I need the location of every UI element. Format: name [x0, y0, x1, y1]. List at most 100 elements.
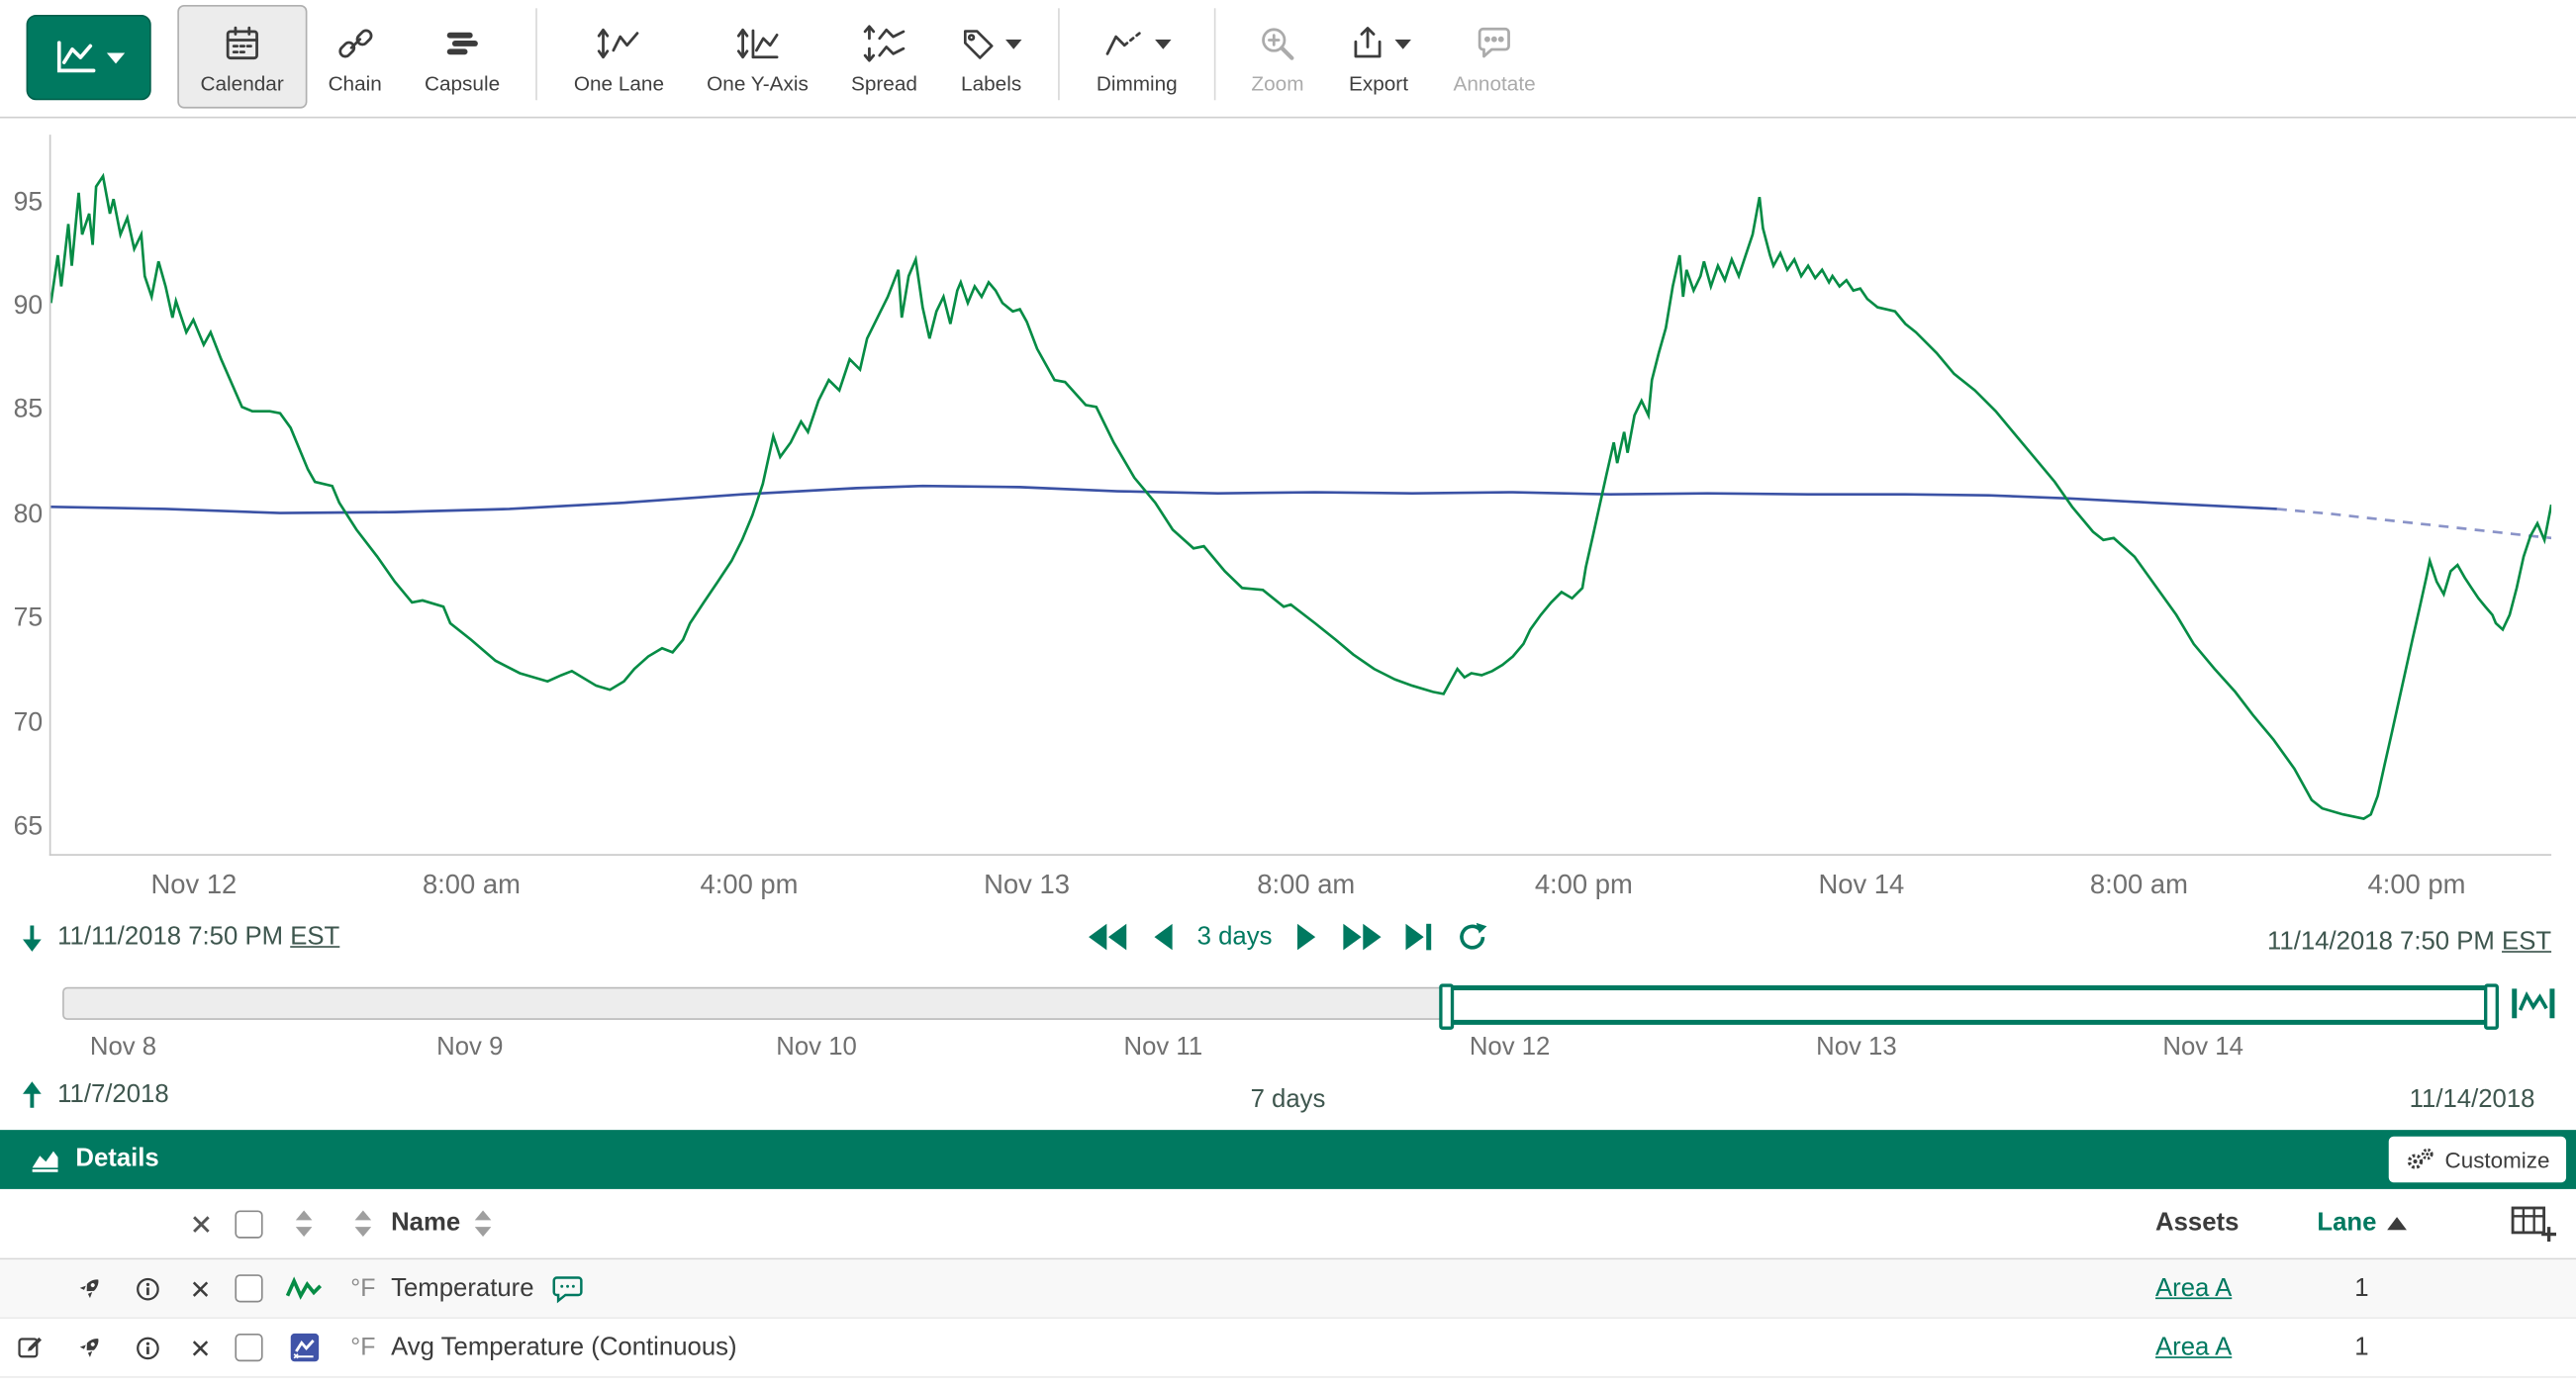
toolbar-divider	[536, 8, 538, 100]
timezone-label: EST	[290, 923, 339, 951]
x-axis-tick-label: 8:00 am	[423, 871, 521, 902]
button-label: One Y-Axis	[707, 71, 809, 94]
slider-right-handle[interactable]	[2484, 983, 2499, 1029]
x-axis-tick-label: 4:00 pm	[2367, 871, 2465, 902]
step-back-full-button[interactable]	[1089, 923, 1128, 951]
add-column-button[interactable]	[2432, 1205, 2576, 1243]
lane-column-header[interactable]: Lane	[2292, 1209, 2432, 1239]
zoom-button[interactable]: Zoom	[1230, 5, 1325, 109]
slider-track[interactable]	[62, 987, 2491, 1020]
export-button[interactable]: Export	[1325, 5, 1432, 109]
sort-by-uom-button[interactable]	[335, 1210, 391, 1237]
asset-swap-button[interactable]	[73, 1273, 105, 1305]
toolbar-divider	[1059, 8, 1061, 100]
gears-icon	[2406, 1147, 2435, 1173]
uom-cell: °F	[335, 1274, 391, 1302]
item-info-button[interactable]	[133, 1333, 162, 1362]
assets-column-header[interactable]: Assets	[2136, 1209, 2292, 1239]
annotation-bubble-button[interactable]	[550, 1273, 585, 1303]
slider-selected-range[interactable]	[1443, 985, 2496, 1025]
capsule-view-button[interactable]: Capsule	[403, 5, 521, 109]
item-info-button[interactable]	[133, 1273, 162, 1303]
labels-button[interactable]: Labels	[939, 5, 1044, 109]
table-row-temperature[interactable]: °F Temperature Area A 1	[0, 1259, 2576, 1319]
spread-button[interactable]: Spread	[829, 5, 938, 109]
dimming-button[interactable]: Dimming	[1075, 5, 1198, 109]
slider-tick-label: Nov 10	[776, 1033, 857, 1063]
annotate-button[interactable]: Annotate	[1432, 5, 1557, 109]
right-arrow-icon	[1296, 923, 1316, 951]
investigate-range-duration[interactable]: 7 days	[1251, 1085, 1326, 1115]
slider-tick-label: Nov 12	[1470, 1033, 1551, 1063]
asset-link[interactable]: Area A	[2155, 1333, 2232, 1362]
display-range-start[interactable]: 11/11/2018 7:50 PM EST	[57, 923, 339, 953]
auto-update-button[interactable]	[2511, 985, 2556, 1022]
remove-all-button[interactable]	[177, 1211, 223, 1236]
double-left-arrow-icon	[1089, 923, 1128, 951]
button-label: Zoom	[1251, 71, 1303, 94]
edit-item-button[interactable]	[14, 1332, 46, 1363]
signal-color-cell	[273, 1273, 335, 1303]
one-y-axis-button[interactable]: One Y-Axis	[686, 5, 830, 109]
sort-icon	[296, 1210, 313, 1237]
view-selector-button[interactable]	[27, 15, 151, 100]
one-lane-button[interactable]: One Lane	[552, 5, 685, 109]
chain-icon	[334, 23, 376, 64]
y-axis-tick-label: 75	[0, 604, 43, 634]
chart-range-icon	[2511, 985, 2556, 1022]
x-axis-tick-label: 8:00 am	[2090, 871, 2188, 902]
remove-item-button[interactable]	[189, 1277, 212, 1300]
asset-cell: Area A	[2136, 1333, 2292, 1362]
y-axis-tick-label: 95	[0, 189, 43, 219]
item-name-cell[interactable]: Avg Temperature (Continuous)	[391, 1333, 2136, 1362]
investigate-range-start[interactable]: 11/7/2018	[57, 1080, 169, 1110]
customize-button[interactable]: Customize	[2389, 1137, 2566, 1182]
slider-tick-label: Nov 11	[1124, 1033, 1203, 1063]
select-all-checkbox[interactable]	[224, 1210, 273, 1238]
trend-chart-icon	[52, 38, 98, 77]
slider-left-handle[interactable]	[1439, 983, 1454, 1029]
toolbar: Calendar Chain Capsule	[0, 0, 2576, 119]
lane-cell: 1	[2292, 1273, 2432, 1303]
select-item-checkbox[interactable]	[224, 1334, 273, 1361]
one-y-axis-icon	[735, 23, 780, 64]
select-item-checkbox[interactable]	[224, 1274, 273, 1302]
refresh-button[interactable]	[1456, 921, 1487, 953]
capsule-icon	[441, 23, 483, 64]
table-row-avg-temperature[interactable]: °F Avg Temperature (Continuous) Area A 1	[0, 1319, 2576, 1378]
sort-icon	[475, 1210, 492, 1237]
name-column-header[interactable]: Name	[391, 1209, 2136, 1239]
step-back-half-button[interactable]	[1153, 923, 1173, 951]
avg-temperature-line	[50, 486, 2276, 512]
asset-link[interactable]: Area A	[2155, 1273, 2232, 1303]
item-name-cell[interactable]: Temperature	[391, 1273, 2136, 1303]
chain-view-button[interactable]: Chain	[307, 5, 403, 109]
metric-icon	[288, 1332, 320, 1363]
area-chart-icon	[27, 1142, 63, 1178]
step-forward-half-button[interactable]	[1296, 923, 1316, 951]
display-range-duration[interactable]: 3 days	[1197, 922, 1273, 952]
remove-item-button[interactable]	[189, 1336, 212, 1358]
sort-by-type-button[interactable]	[273, 1210, 335, 1237]
button-label: Labels	[961, 71, 1021, 94]
calendar-view-button[interactable]: Calendar	[177, 5, 307, 109]
close-icon	[189, 1336, 212, 1358]
step-forward-full-button[interactable]	[1341, 923, 1381, 951]
x-axis-tick-label: 4:00 pm	[701, 871, 799, 902]
asset-swap-button[interactable]	[73, 1332, 105, 1363]
button-label: Capsule	[425, 71, 500, 94]
close-icon	[188, 1211, 213, 1236]
details-panel-title: Details	[75, 1145, 158, 1174]
display-range-end[interactable]: 11/14/2018 7:50 PM EST	[2267, 928, 2551, 956]
edit-icon	[14, 1332, 46, 1363]
investigate-range-end[interactable]: 11/14/2018	[2410, 1085, 2535, 1115]
chart-canvas	[50, 135, 2551, 854]
asset-cell: Area A	[2136, 1273, 2292, 1303]
chevron-down-icon	[1006, 39, 1023, 48]
details-table-header: Name Assets Lane	[0, 1189, 2576, 1259]
lane-header-label: Lane	[2317, 1209, 2376, 1239]
step-to-end-button[interactable]	[1405, 923, 1432, 951]
chart-plot-area[interactable]	[49, 135, 2551, 856]
item-name: Avg Temperature (Continuous)	[391, 1333, 736, 1362]
temperature-line	[50, 176, 2551, 818]
